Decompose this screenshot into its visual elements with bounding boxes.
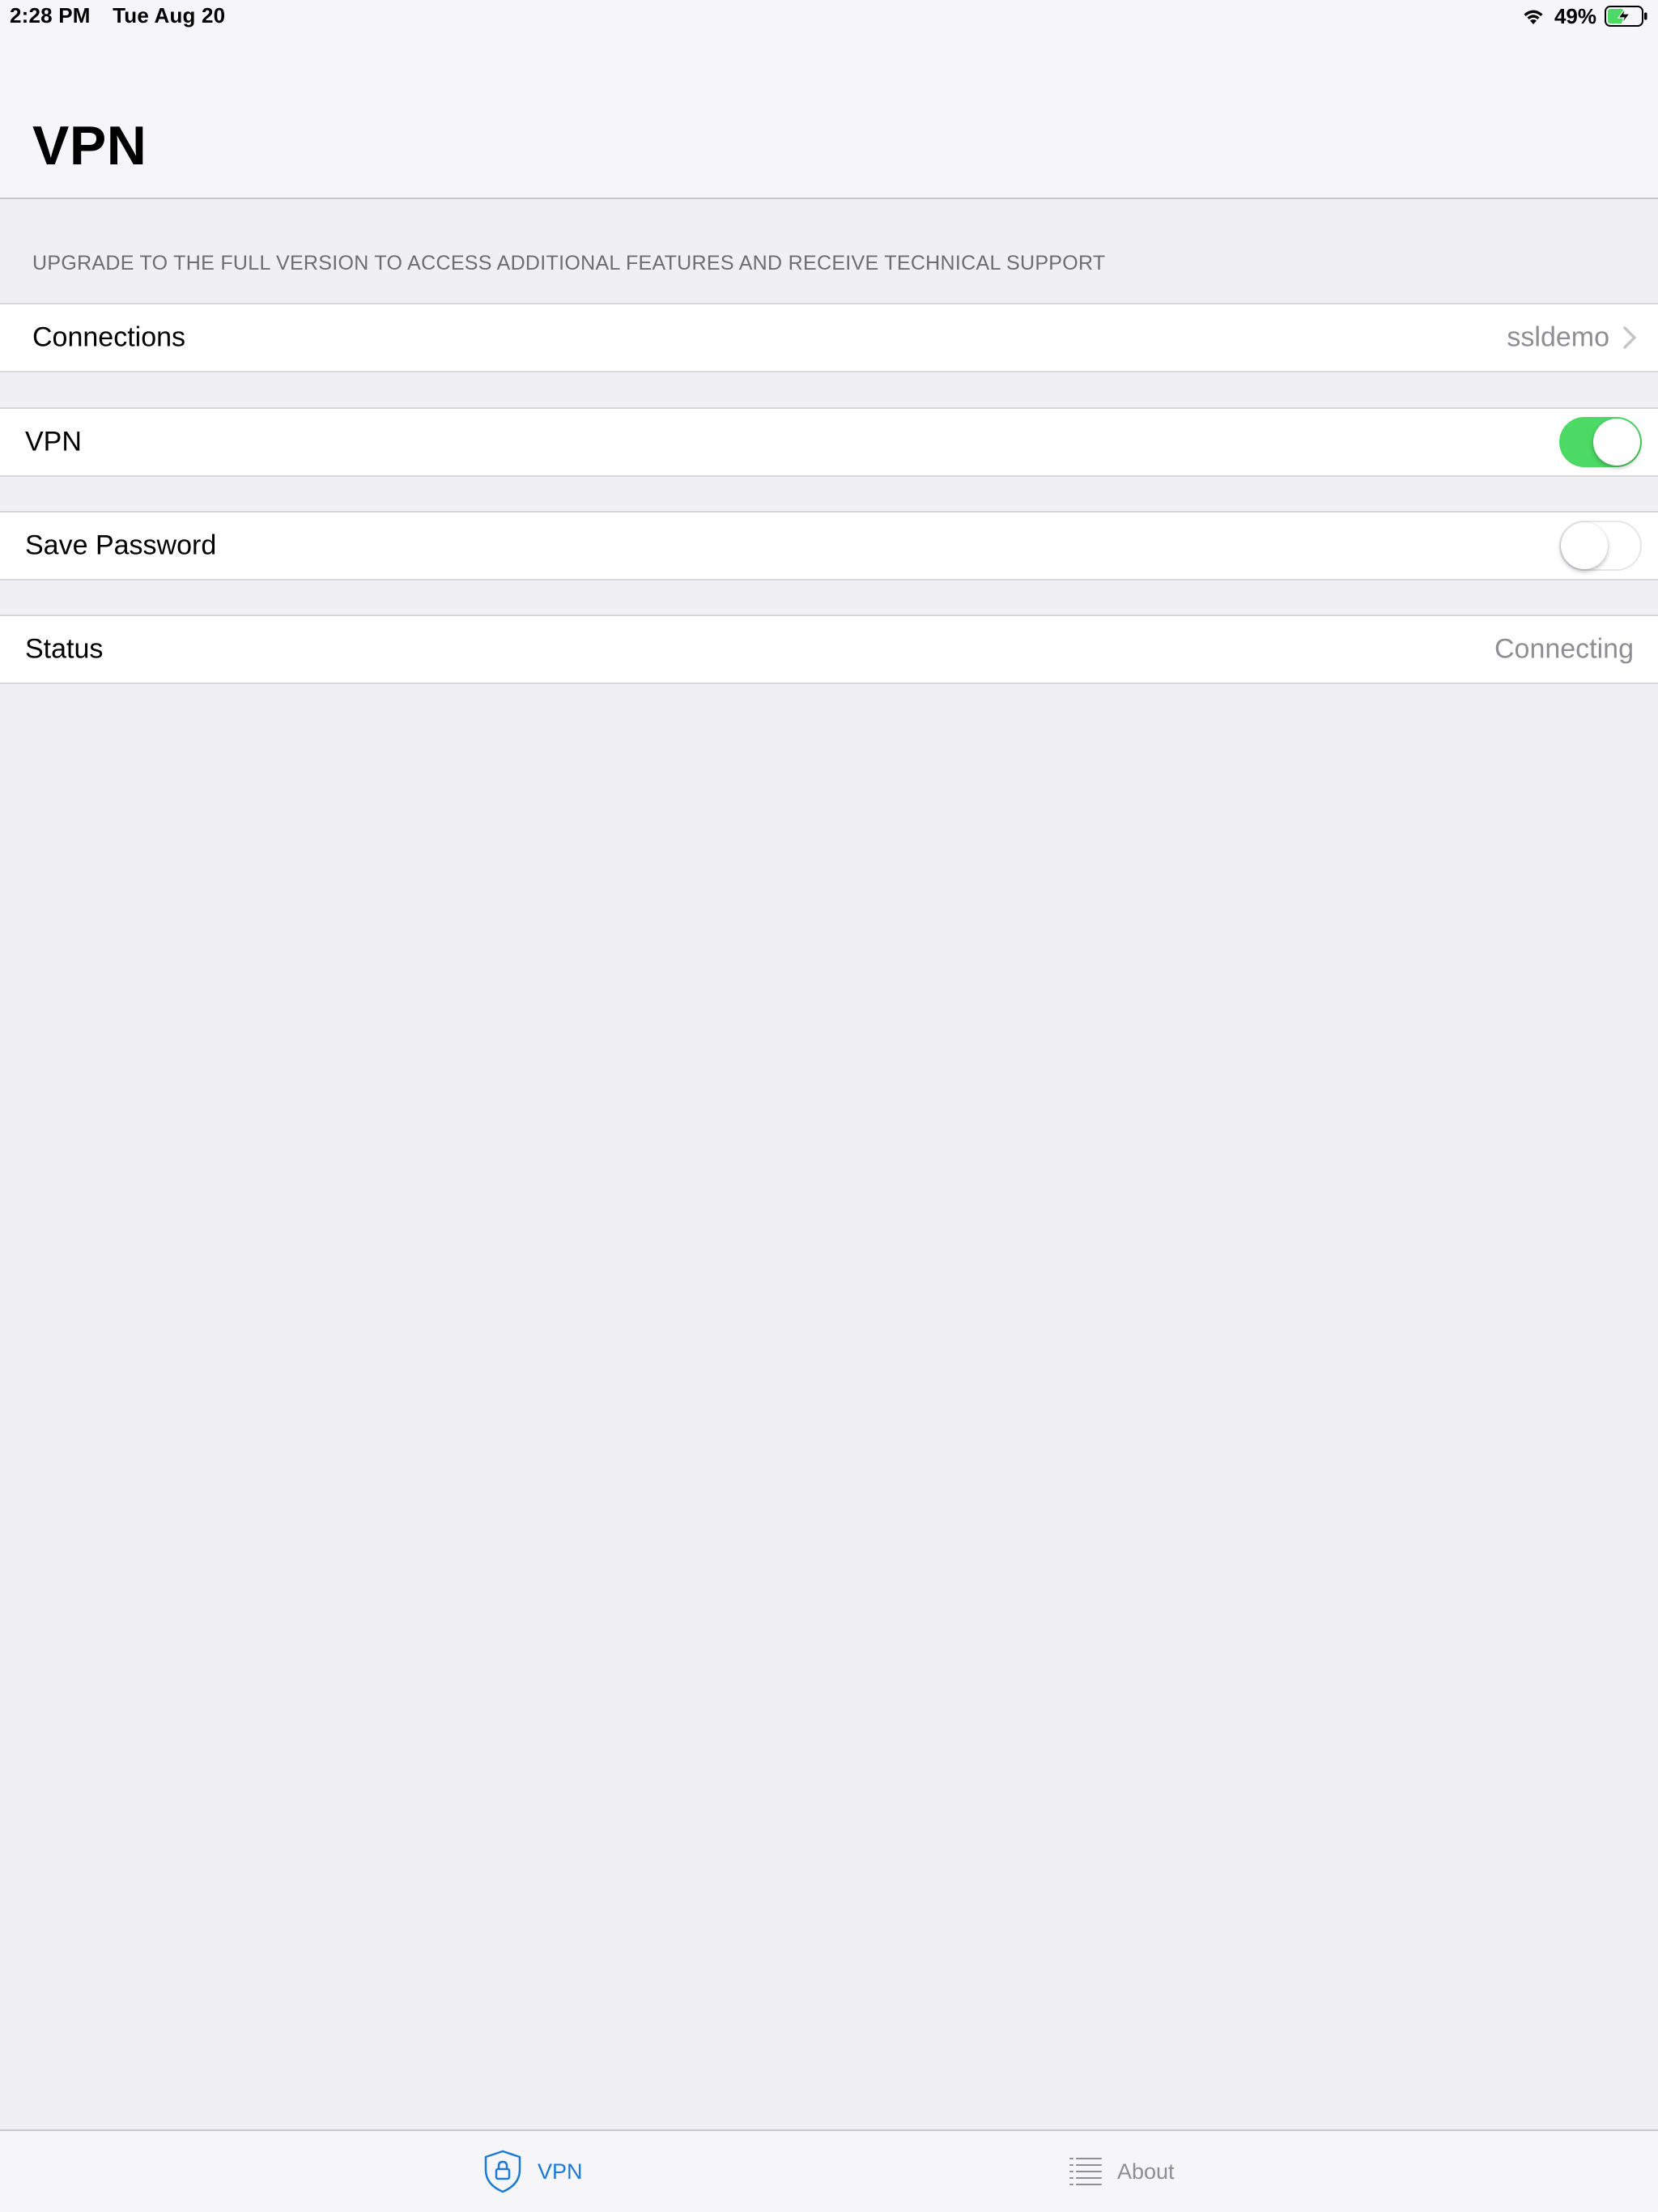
status-indicators: 49% bbox=[1520, 3, 1648, 29]
toggle-knob bbox=[1561, 522, 1608, 569]
wifi-icon bbox=[1524, 10, 1543, 24]
battery-percent: 49% bbox=[1554, 3, 1596, 28]
shield-lock-icon bbox=[484, 2150, 521, 2193]
page-title: VPN bbox=[32, 115, 147, 177]
vpn-row: VPN bbox=[0, 407, 1658, 477]
status-label: Status bbox=[25, 633, 104, 665]
status-time: 2:28 PM bbox=[10, 3, 91, 28]
tab-about[interactable]: About bbox=[1069, 2131, 1175, 2212]
vpn-label: VPN bbox=[25, 426, 82, 457]
status-value: Connecting bbox=[1494, 633, 1634, 665]
save-password-label: Save Password bbox=[25, 530, 217, 561]
status-row: Status Connecting bbox=[0, 615, 1658, 684]
save-password-toggle[interactable] bbox=[1559, 521, 1642, 571]
status-date: Tue Aug 20 bbox=[113, 3, 226, 28]
battery-charging-icon bbox=[1605, 6, 1647, 27]
upgrade-note: UPGRADE TO THE FULL VERSION TO ACCESS AD… bbox=[32, 252, 1106, 274]
connections-row[interactable]: Connections ssldemo bbox=[0, 303, 1658, 372]
status-bar: 2:28 PM Tue Aug 20 49% bbox=[0, 0, 1658, 32]
tab-vpn[interactable]: VPN bbox=[483, 2131, 583, 2212]
chevron-right-icon bbox=[1623, 326, 1636, 349]
save-password-row: Save Password bbox=[0, 511, 1658, 581]
connections-label: Connections bbox=[32, 321, 186, 353]
status-time-date: 2:28 PM Tue Aug 20 bbox=[10, 3, 225, 28]
tab-vpn-label: VPN bbox=[538, 2159, 583, 2184]
tab-bar: VPN About bbox=[0, 2129, 1658, 2212]
toggle-knob bbox=[1593, 419, 1640, 466]
list-icon bbox=[1069, 2158, 1102, 2185]
navigation-header: VPN bbox=[0, 32, 1658, 199]
connections-value: ssldemo bbox=[1507, 321, 1609, 353]
vpn-toggle[interactable] bbox=[1559, 417, 1642, 467]
tab-about-label: About bbox=[1117, 2159, 1175, 2184]
